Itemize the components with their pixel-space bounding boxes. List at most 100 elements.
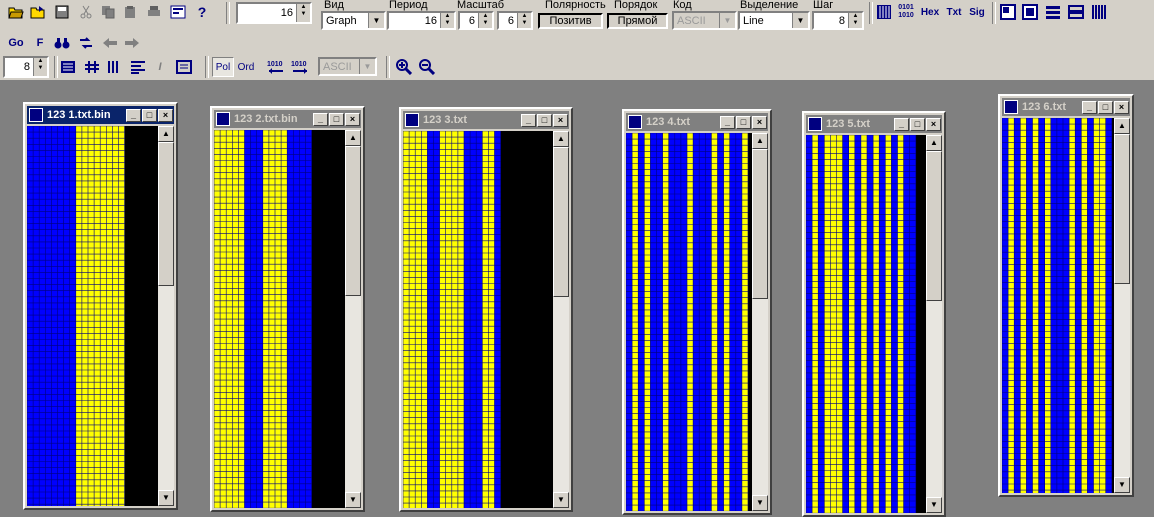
window-titlebar[interactable]: 123 3.txt _ □ × xyxy=(403,111,569,129)
minimize-icon[interactable]: _ xyxy=(1082,100,1097,114)
maximize-icon[interactable]: □ xyxy=(537,113,552,127)
help-icon[interactable]: ? xyxy=(192,2,212,22)
save-icon[interactable] xyxy=(52,2,72,22)
scroll-thumb[interactable] xyxy=(752,149,768,299)
properties-icon[interactable] xyxy=(168,2,188,22)
count-stepper[interactable]: 16 ▲ ▼ xyxy=(236,2,312,24)
scale-stepper-1[interactable]: 6 ▲ ▼ xyxy=(458,11,494,30)
vertical-bars-icon[interactable] xyxy=(104,57,124,77)
layout-rows-icon[interactable] xyxy=(1043,2,1063,22)
bit-view-window[interactable]: 123 5.txt _ □ × ▲ ▼ xyxy=(802,111,946,517)
back-arrow-icon[interactable] xyxy=(100,33,120,53)
zoom-out-icon[interactable] xyxy=(417,57,437,77)
columns-view-icon[interactable] xyxy=(58,57,78,77)
pol-button[interactable]: Pol xyxy=(212,57,234,77)
go-button[interactable]: Go xyxy=(6,33,26,53)
scroll-up-icon[interactable]: ▲ xyxy=(345,130,361,146)
scroll-up-icon[interactable]: ▲ xyxy=(553,131,569,147)
stepper-arrows[interactable]: ▲ ▼ xyxy=(33,58,47,76)
period-stepper[interactable]: 16 ▲ ▼ xyxy=(387,11,456,30)
close-icon[interactable]: × xyxy=(1114,100,1129,114)
scroll-down-icon[interactable]: ▼ xyxy=(1114,477,1130,493)
scroll-down-icon[interactable]: ▼ xyxy=(345,492,361,508)
vertical-scrollbar[interactable]: ▲ ▼ xyxy=(1114,118,1130,493)
grid-view-icon[interactable] xyxy=(82,57,102,77)
scroll-down-icon[interactable]: ▼ xyxy=(158,490,174,506)
minimize-icon[interactable]: _ xyxy=(521,113,536,127)
chevron-down-icon[interactable]: ▼ xyxy=(368,13,384,28)
align-text-icon[interactable] xyxy=(128,57,148,77)
vertical-scrollbar[interactable]: ▲ ▼ xyxy=(158,126,174,506)
bit-grid-view[interactable] xyxy=(626,133,752,511)
scroll-down-icon[interactable]: ▼ xyxy=(553,492,569,508)
bit-view-window[interactable]: 123 2.txt.bin _ □ × ▲ ▼ xyxy=(210,106,365,512)
scroll-up-icon[interactable]: ▲ xyxy=(158,126,174,142)
step-stepper-small[interactable]: 8 ▲ ▼ xyxy=(3,56,49,78)
hex-button[interactable]: Hex xyxy=(918,2,942,22)
scroll-down-icon[interactable]: ▼ xyxy=(752,495,768,511)
bit-grid-view[interactable] xyxy=(806,135,926,513)
scroll-thumb[interactable] xyxy=(1114,134,1130,284)
stepper-arrows[interactable]: ▲ ▼ xyxy=(440,13,454,28)
replace-icon[interactable] xyxy=(76,33,96,53)
bit-grid-view[interactable] xyxy=(403,131,553,508)
binoculars-icon[interactable] xyxy=(52,33,72,53)
vertical-scrollbar[interactable]: ▲ ▼ xyxy=(553,131,569,508)
bits-order-icon[interactable]: 1010 xyxy=(265,57,287,77)
scale-stepper-2[interactable]: 6 ▲ ▼ xyxy=(497,11,533,30)
ord-button[interactable]: Ord xyxy=(235,57,257,77)
maximize-icon[interactable]: □ xyxy=(910,117,925,131)
list-view-icon[interactable] xyxy=(174,57,194,77)
layout-split-icon[interactable] xyxy=(1066,2,1086,22)
window-titlebar[interactable]: 123 5.txt _ □ × xyxy=(806,115,942,133)
stepper-arrows[interactable]: ▲ ▼ xyxy=(478,13,492,28)
minimize-icon[interactable]: _ xyxy=(313,112,328,126)
scroll-up-icon[interactable]: ▲ xyxy=(752,133,768,149)
paste-icon[interactable] xyxy=(120,2,140,22)
scroll-down-icon[interactable]: ▼ xyxy=(926,497,942,513)
window-titlebar[interactable]: 123 6.txt _ □ × xyxy=(1002,98,1130,116)
bit-view-window[interactable]: 123 4.txt _ □ × ▲ ▼ xyxy=(622,109,772,515)
bit-view-icon[interactable] xyxy=(874,2,894,22)
stepper-arrows[interactable]: ▲ ▼ xyxy=(848,13,862,28)
scroll-thumb[interactable] xyxy=(158,142,174,286)
minimize-icon[interactable]: _ xyxy=(894,117,909,131)
copy-icon[interactable] xyxy=(98,2,118,22)
polarity-button[interactable]: Позитив xyxy=(538,13,603,29)
bit-grid-view[interactable] xyxy=(214,130,345,508)
italic-icon[interactable]: I xyxy=(150,57,170,77)
layout-columns-icon[interactable] xyxy=(1089,2,1109,22)
maximize-icon[interactable]: □ xyxy=(142,108,157,122)
scroll-up-icon[interactable]: ▲ xyxy=(926,135,942,151)
scroll-thumb[interactable] xyxy=(345,146,361,296)
reopen-icon[interactable] xyxy=(28,2,48,22)
txt-button[interactable]: Txt xyxy=(942,2,966,22)
maximize-icon[interactable]: □ xyxy=(736,115,751,129)
close-icon[interactable]: × xyxy=(553,113,568,127)
forward-arrow-icon[interactable] xyxy=(122,33,142,53)
maximize-icon[interactable]: □ xyxy=(1098,100,1113,114)
order-button[interactable]: Прямой xyxy=(607,13,668,29)
bits-button[interactable]: 0101 1010 xyxy=(896,2,916,22)
step-stepper[interactable]: 8 ▲ ▼ xyxy=(812,11,864,30)
scroll-thumb[interactable] xyxy=(553,147,569,297)
close-icon[interactable]: × xyxy=(158,108,173,122)
bits-reverse-icon[interactable]: 1010 xyxy=(289,57,311,77)
bit-view-window[interactable]: 123 1.txt.bin _ □ × ▲ ▼ xyxy=(23,102,178,510)
bit-view-window[interactable]: 123 3.txt _ □ × ▲ ▼ xyxy=(399,107,573,512)
close-icon[interactable]: × xyxy=(345,112,360,126)
stepper-arrows[interactable]: ▲ ▼ xyxy=(517,13,531,28)
layout-full-icon[interactable] xyxy=(998,2,1018,22)
bit-grid-view[interactable] xyxy=(1002,118,1114,493)
close-icon[interactable]: × xyxy=(752,115,767,129)
open-icon[interactable] xyxy=(6,2,26,22)
layout-window-icon[interactable] xyxy=(1020,2,1040,22)
close-icon[interactable]: × xyxy=(926,117,941,131)
print-icon[interactable] xyxy=(144,2,164,22)
find-button[interactable]: F xyxy=(30,33,50,53)
scroll-thumb[interactable] xyxy=(926,151,942,301)
vertical-scrollbar[interactable]: ▲ ▼ xyxy=(926,135,942,513)
window-titlebar[interactable]: 123 2.txt.bin _ □ × xyxy=(214,110,361,128)
vertical-scrollbar[interactable]: ▲ ▼ xyxy=(752,133,768,511)
zoom-in-icon[interactable] xyxy=(394,57,414,77)
